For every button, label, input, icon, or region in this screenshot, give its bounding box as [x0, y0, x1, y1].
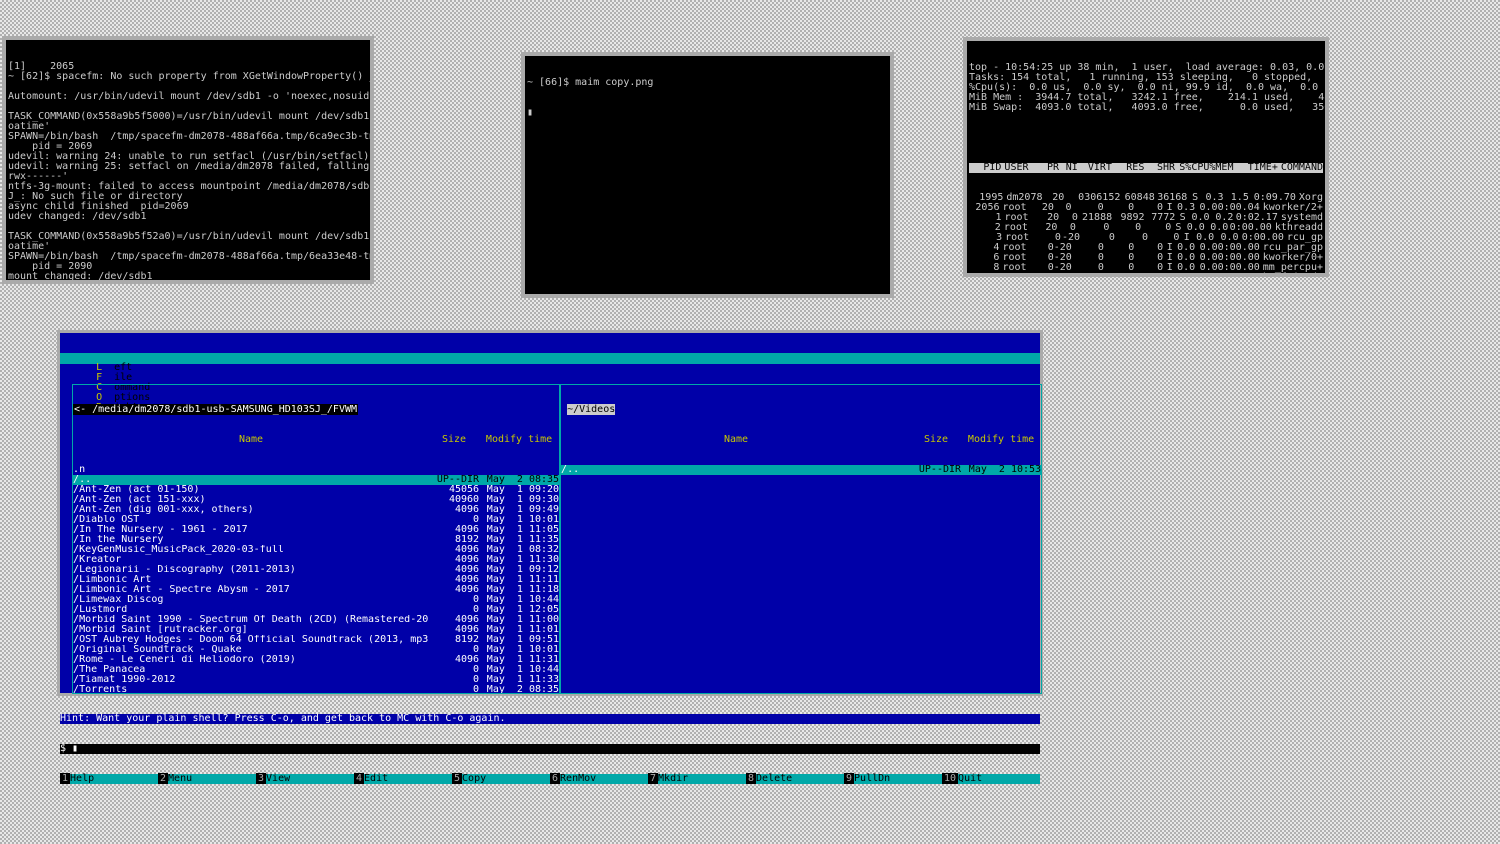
mc-fkey[interactable]: 10Quit [942, 774, 1040, 784]
top-blank [969, 133, 1323, 143]
cursor: ▮ [527, 108, 888, 118]
top-process-list: 1995dm20782003061526084836168S0.31.50:09… [969, 193, 1323, 277]
terminal-prompt: ~ [66]$ maim copy.png [527, 78, 888, 88]
mc-left-file-list[interactable]: .n /..UP--DIRMay 2 08:35 /Ant-Zen (act 0… [73, 465, 559, 694]
mc-fkey[interactable]: 8Delete [746, 774, 844, 784]
mc-right-file-list[interactable]: /..UP--DIRMay 2 10:53 [561, 465, 1041, 475]
terminal-maim[interactable]: ~ [66]$ maim copy.png ▮ [521, 52, 894, 298]
terminal-output: [1] 2065 ~ [62]$ spacefm: No such proper… [8, 62, 368, 284]
mc-right-panel[interactable]: ~/Videos NameSizeModify time /..UP--DIRM… [560, 384, 1042, 694]
mc-hint: Hint: Want your plain shell? Press C-o, … [60, 714, 1040, 724]
mc-right-columns: NameSizeModify time [561, 435, 1041, 445]
mc-fkey[interactable]: 6RenMov [550, 774, 648, 784]
midnight-commander[interactable]: Left File Command Options Right <- /medi… [57, 330, 1043, 696]
terminal-top[interactable]: top - 10:54:25 up 38 min, 1 user, load a… [963, 37, 1329, 277]
list-item[interactable]: /..UP--DIRMay 2 10:53 [561, 465, 1041, 475]
mc-fkey[interactable]: 5Copy [452, 774, 550, 784]
mc-menu-bar[interactable]: Left File Command Options Right [60, 353, 1040, 364]
mc-fkey[interactable]: 7Mkdir [648, 774, 746, 784]
mc-left-path: <- /media/dm2078/sdb1-usb-SAMSUNG_HD103S… [73, 405, 559, 415]
mc-fkey[interactable]: 2Menu [158, 774, 256, 784]
mc-right-path: ~/Videos [561, 405, 1041, 415]
top-header: top - 10:54:25 up 38 min, 1 user, load a… [969, 63, 1323, 113]
top-process-row: 9root200000S0.00.00:00.05ksoftirqd+ [969, 273, 1323, 277]
mc-left-panel[interactable]: <- /media/dm2078/sdb1-usb-SAMSUNG_HD103S… [72, 384, 560, 694]
mc-fkey[interactable]: 9PullDn [844, 774, 942, 784]
mc-left-columns: NameSizeModify time [73, 435, 559, 445]
list-item[interactable]: /Torrents0May 2 08:35 [73, 685, 559, 694]
mc-fkey[interactable]: 3View [256, 774, 354, 784]
terminal-spacefm[interactable]: [1] 2065 ~ [62]$ spacefm: No such proper… [2, 36, 374, 284]
mc-shell-prompt[interactable]: $ ▮ [60, 744, 1040, 754]
top-columns: PIDUSERPRNIVIRTRESSHRS%CPU%MEMTIME+COMMA… [969, 163, 1323, 173]
mc-function-keys[interactable]: 1Help2Menu3View4Edit5Copy6RenMov7Mkdir8D… [60, 774, 1040, 784]
mc-fkey[interactable]: 4Edit [354, 774, 452, 784]
mc-fkey[interactable]: 1Help [60, 774, 158, 784]
